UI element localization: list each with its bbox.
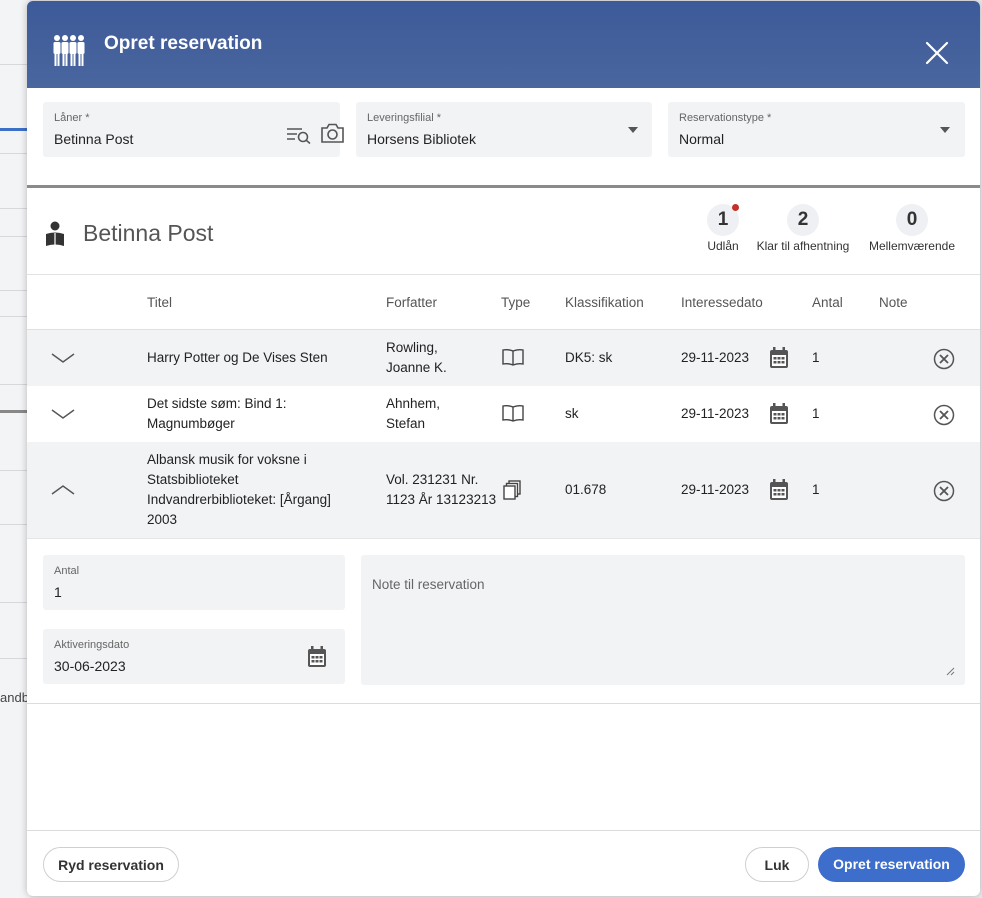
clear-reservation-button[interactable]: Ryd reservation — [43, 847, 179, 882]
calendar-icon[interactable] — [307, 646, 327, 668]
close-button[interactable]: Luk — [745, 847, 809, 882]
row-title: Det sidste søm: Bind 1: Magnumbøger — [147, 396, 287, 431]
periodical-icon — [503, 480, 521, 500]
row-quantity: 1 — [812, 482, 820, 497]
row-classification: DK5: sk — [565, 350, 613, 365]
stat-loans[interactable]: 1 Udlån — [695, 204, 751, 253]
note-placeholder: Note til reservation — [372, 577, 485, 592]
stat-loans-label: Udlån — [707, 239, 739, 253]
quantity-field[interactable]: Antal 1 — [43, 555, 345, 610]
people-group-icon — [53, 35, 85, 66]
alert-dot — [732, 204, 739, 211]
row-title: Harry Potter og De Vises Sten — [147, 350, 328, 365]
row-interest-date: 29-11-2023 — [681, 406, 750, 421]
bg-divider — [0, 658, 30, 659]
row-quantity: 1 — [812, 350, 820, 365]
column-header-title[interactable]: Titel — [147, 295, 172, 310]
column-header-interest-date[interactable]: Interessedato — [681, 295, 763, 310]
chevron-down-icon[interactable] — [628, 127, 638, 133]
activation-date-field[interactable]: Aktiveringsdato 30-06-2023 — [43, 629, 345, 684]
footer-divider — [27, 830, 980, 831]
search-list-icon[interactable] — [286, 126, 312, 144]
bg-divider — [0, 290, 30, 291]
bg-separator — [0, 410, 30, 413]
dialog-title: Opret reservation — [104, 33, 263, 54]
stat-ready-count: 2 — [787, 204, 819, 236]
bg-divider — [0, 470, 30, 471]
patron-name: Betinna Post — [83, 220, 214, 246]
bg-divider — [0, 524, 30, 525]
reservation-type-value: Normal — [679, 131, 725, 147]
row-author: Ahnhem, Stefan — [386, 396, 441, 431]
reservation-type-select[interactable]: Reservationstype * Normal — [668, 102, 965, 157]
delivery-branch-select[interactable]: Leveringsfilial * Horsens Bibliotek — [356, 102, 652, 157]
row-classification: sk — [565, 406, 579, 421]
background-app: andb — [0, 0, 30, 898]
chevron-down-icon[interactable] — [51, 408, 75, 420]
bg-divider — [0, 208, 30, 209]
reservation-type-label: Reservationstype * — [679, 112, 772, 124]
table-row[interactable]: Albansk musik for voksne i Statsbibliotek… — [27, 442, 980, 539]
row-author: Rowling, Joanne K. — [386, 340, 447, 375]
borrower-label: Låner * — [54, 112, 90, 124]
bg-divider — [0, 153, 30, 154]
stat-ready-for-pickup[interactable]: 2 Klar til afhentning — [753, 204, 853, 253]
camera-icon[interactable] — [320, 122, 345, 144]
stat-loans-count: 1 — [707, 204, 739, 236]
bg-divider — [0, 384, 30, 385]
detail-divider — [27, 703, 980, 704]
borrower-value[interactable]: Betinna Post — [54, 131, 133, 147]
book-icon — [502, 348, 524, 366]
bg-divider — [0, 602, 30, 603]
stat-balance-count: 0 — [896, 204, 928, 236]
chevron-down-icon[interactable] — [940, 127, 950, 133]
reader-icon — [46, 221, 64, 246]
stat-balance-label: Mellemværende — [868, 239, 956, 253]
delivery-branch-label: Leveringsfilial * — [367, 112, 441, 124]
calendar-icon[interactable] — [769, 403, 789, 425]
column-header-classification[interactable]: Klassifikation — [565, 295, 644, 310]
table-row[interactable]: Harry Potter og De Vises Sten Rowling, Jo… — [27, 330, 980, 387]
row-interest-date: 29-11-2023 — [681, 482, 750, 497]
column-header-note[interactable]: Note — [879, 295, 908, 310]
borrower-field[interactable]: Låner * Betinna Post — [43, 102, 344, 157]
column-header-author[interactable]: Forfatter — [386, 295, 437, 310]
row-author: Vol. 231231 Nr. 1123 År 13123213 — [386, 472, 497, 507]
bg-text: andb — [0, 690, 29, 705]
close-icon[interactable] — [923, 39, 951, 67]
reservation-note-textarea[interactable]: Note til reservation — [361, 555, 965, 685]
remove-circle-icon[interactable] — [933, 404, 955, 426]
book-icon — [502, 404, 524, 422]
row-interest-date: 29-11-2023 — [681, 350, 750, 365]
quantity-value[interactable]: 1 — [54, 584, 62, 600]
calendar-icon[interactable] — [769, 347, 789, 369]
stat-balance[interactable]: 0 Mellemværende — [865, 204, 959, 253]
row-classification: 01.678 — [565, 482, 607, 497]
activation-date-label: Aktiveringsdato — [54, 639, 130, 651]
table-row[interactable]: Det sidste søm: Bind 1: Magnumbøger Ahnhe… — [27, 386, 980, 443]
calendar-icon[interactable] — [769, 479, 789, 501]
remove-circle-icon[interactable] — [933, 480, 955, 502]
dialog-header: Opret reservation — [27, 1, 980, 88]
bg-divider — [0, 64, 30, 65]
row-quantity: 1 — [812, 406, 820, 421]
create-reservation-dialog: Opret reservation Låner * Betinna Post L… — [27, 1, 980, 896]
bg-active-tab — [0, 128, 30, 131]
resize-grip-icon[interactable] — [946, 667, 955, 676]
patron-summary: Betinna Post 1 Udlån 2 Klar til afhentni… — [27, 188, 980, 275]
remove-circle-icon[interactable] — [933, 348, 955, 370]
column-header-type[interactable]: Type — [501, 295, 530, 310]
create-reservation-button[interactable]: Opret reservation — [818, 847, 965, 882]
column-header-quantity[interactable]: Antal — [812, 295, 843, 310]
delivery-branch-value: Horsens Bibliotek — [367, 131, 476, 147]
chevron-down-icon[interactable] — [51, 352, 75, 364]
bg-divider — [0, 316, 30, 317]
chevron-up-icon[interactable] — [51, 484, 75, 496]
stat-ready-label: Klar til afhentning — [756, 239, 850, 253]
quantity-label: Antal — [54, 565, 80, 577]
activation-date-value[interactable]: 30-06-2023 — [54, 658, 126, 674]
bg-divider — [0, 236, 30, 237]
row-title: Albansk musik for voksne i Statsbibliotek… — [147, 452, 331, 527]
